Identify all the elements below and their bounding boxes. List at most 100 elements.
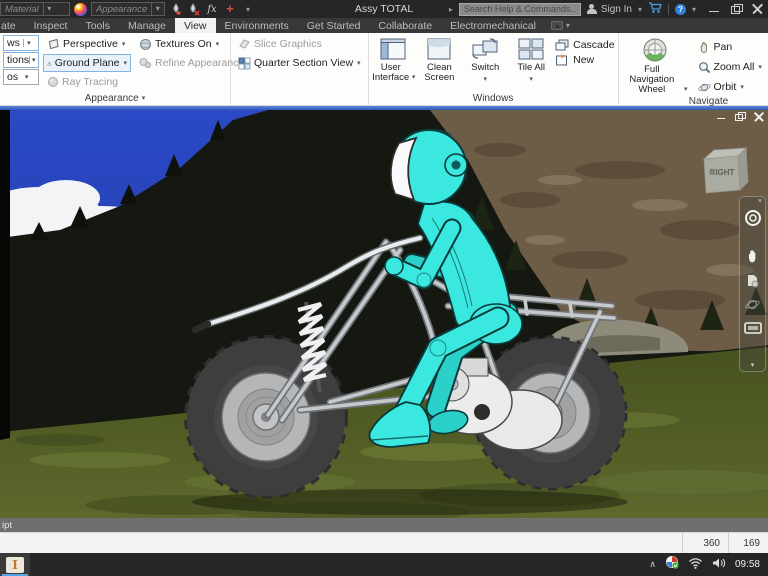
taskbar-clock[interactable]: 09:58 (735, 559, 760, 570)
material-dropdown-value: Material (5, 3, 39, 15)
panel-label-windows: Windows (472, 92, 514, 104)
help-button[interactable]: ? (674, 3, 686, 15)
perspective-button[interactable]: Perspective ▾ (43, 35, 131, 53)
status-bar: 360 169 (0, 532, 768, 553)
tab-collaborate[interactable]: Collaborate (369, 18, 441, 33)
navbar-zoom-button[interactable] (742, 268, 764, 292)
photo-edge (0, 110, 10, 440)
switch-button[interactable]: Switch ▾ (463, 35, 507, 91)
taskbar-inventor-button[interactable]: I (0, 553, 30, 576)
security-status-icon[interactable] (665, 555, 679, 574)
viewport-3d[interactable]: RIGHT × ▾ (0, 110, 768, 518)
appearance-dropdown[interactable]: Appearance ▾ (91, 2, 165, 16)
navbar-look-at-button[interactable] (742, 316, 764, 340)
ray-tracing-icon (48, 77, 58, 87)
pan-button[interactable]: Pan (694, 38, 766, 56)
appearance-dropdown-value: Appearance (96, 3, 148, 15)
qat-customize-chevron-icon[interactable]: ▾ (241, 2, 255, 16)
panel-windows: User Interface ▾ Clean Screen Switch ▾ Ti… (369, 33, 619, 105)
zoom-all-button[interactable]: Zoom All ▾ (694, 58, 766, 76)
chevron-down-icon[interactable]: ▾ (21, 73, 32, 81)
cascade-icon (555, 39, 569, 51)
tab-environments[interactable]: Environments (216, 18, 298, 33)
navbar-more-chevron-icon[interactable]: ▾ (751, 361, 755, 371)
scene-render (0, 110, 768, 518)
inventor-app-icon: I (6, 556, 24, 573)
panel-section: Slice Graphics Quarter Section View ▾ (231, 33, 369, 105)
parameters-fx-icon[interactable]: fx (205, 2, 219, 16)
chevron-down-icon[interactable]: ▾ (151, 3, 163, 15)
adjust-appearance-icon[interactable] (74, 2, 87, 16)
wifi-icon[interactable] (688, 556, 703, 574)
quarter-section-view-button[interactable]: Quarter Section View ▾ (234, 54, 365, 72)
add-icon[interactable]: + (223, 2, 237, 16)
doc-restore-button[interactable] (735, 112, 746, 121)
tab-get-started[interactable]: Get Started (298, 18, 370, 33)
ribbon: ws ▾ tions ▾ os ▾ Perspective ▾ Ground P… (0, 33, 768, 107)
cascade-button[interactable]: Cascade (555, 39, 615, 51)
new-window-button[interactable]: New (555, 54, 614, 66)
ground-plane-button[interactable]: Ground Plane ▾ (43, 54, 131, 72)
ray-tracing-button[interactable]: Ray Tracing (43, 73, 131, 91)
flyout-right-icon[interactable]: ▸ (449, 5, 453, 14)
chevron-down-icon[interactable]: ▾ (28, 56, 38, 64)
close-button[interactable] (752, 4, 764, 14)
sign-in-button[interactable]: Sign In (586, 3, 632, 15)
chevron-down-icon[interactable]: ▾ (42, 3, 55, 15)
sign-in-chevron-icon[interactable]: ▾ (638, 5, 642, 14)
document-tab-clipped[interactable]: ipt (2, 520, 12, 531)
minimize-button[interactable] (708, 4, 720, 14)
inventor-window: Material ▾ Appearance ▾ fx + ▾ Assy TOTA… (0, 0, 768, 576)
panel-navigate: Full Navigation Wheel ▾ Pan Zoom All ▾ Or (619, 33, 768, 107)
search-input[interactable] (458, 2, 581, 16)
user-interface-icon (380, 38, 406, 60)
orbit-button[interactable]: Orbit ▾ (694, 78, 766, 96)
adjust-icon[interactable] (169, 2, 183, 16)
rider-hand (384, 256, 404, 276)
clean-screen-button[interactable]: Clean Screen (417, 35, 461, 91)
clean-screen-icon (427, 38, 451, 60)
orbit-icon (697, 83, 711, 91)
help-chevron-icon[interactable]: ▾ (692, 5, 696, 14)
tray-expand-icon[interactable]: ∧ (649, 559, 656, 570)
status-counter-occurrences: 360 (682, 533, 728, 553)
tab-view[interactable]: View (174, 18, 216, 33)
tab-manage[interactable]: Manage (119, 18, 175, 33)
reflections-combo-clipped[interactable]: tions ▾ (3, 52, 39, 68)
quick-access-toolbar: Material ▾ Appearance ▾ fx + ▾ (0, 2, 255, 16)
volume-icon[interactable] (712, 556, 726, 574)
tab-annotate-clipped[interactable]: ate (0, 18, 25, 33)
material-dropdown[interactable]: Material ▾ (0, 2, 70, 16)
document-tab-bar[interactable]: ipt (0, 518, 768, 532)
navbar-orbit-button[interactable] (742, 292, 764, 316)
clear-appearance-icon[interactable] (187, 2, 201, 16)
quarter-section-icon (238, 57, 251, 69)
doc-minimize-button[interactable] (716, 112, 726, 121)
tab-tools[interactable]: Tools (76, 18, 119, 33)
viewcube[interactable]: RIGHT (698, 146, 750, 196)
panel-label-section (231, 91, 368, 105)
navigation-bar[interactable]: × ▾ (739, 196, 766, 372)
chevron-down-icon[interactable]: ▾ (22, 39, 34, 47)
store-cart-icon[interactable] (648, 1, 662, 17)
user-icon (586, 3, 597, 15)
perspective-icon (48, 38, 59, 50)
visual-styles-combo-clipped[interactable]: os ▾ (3, 69, 39, 85)
navbar-wheel-button[interactable] (742, 206, 764, 230)
tile-all-button[interactable]: Tile All ▾ (509, 35, 553, 91)
panel-label-appearance[interactable]: Appearance ▾ (0, 91, 230, 105)
slice-graphics-button[interactable]: Slice Graphics (234, 35, 365, 53)
rider-helmet (389, 129, 468, 205)
full-navigation-wheel-button[interactable]: Full Navigation Wheel ▾ (622, 35, 688, 96)
tile-all-icon (518, 38, 544, 60)
restore-button[interactable] (730, 4, 743, 14)
refine-appearance-icon (139, 58, 152, 69)
user-interface-button[interactable]: User Interface ▾ (372, 35, 415, 91)
ribbon-display-toggle[interactable]: ▾ (545, 18, 576, 33)
navbar-pan-button[interactable] (742, 244, 764, 268)
shadows-combo-clipped[interactable]: ws ▾ (3, 35, 39, 51)
tab-inspect[interactable]: Inspect (25, 18, 77, 33)
tab-electromechanical[interactable]: Electromechanical (441, 18, 545, 33)
navbar-close-icon[interactable]: × (758, 197, 765, 206)
doc-close-button[interactable] (754, 112, 764, 121)
